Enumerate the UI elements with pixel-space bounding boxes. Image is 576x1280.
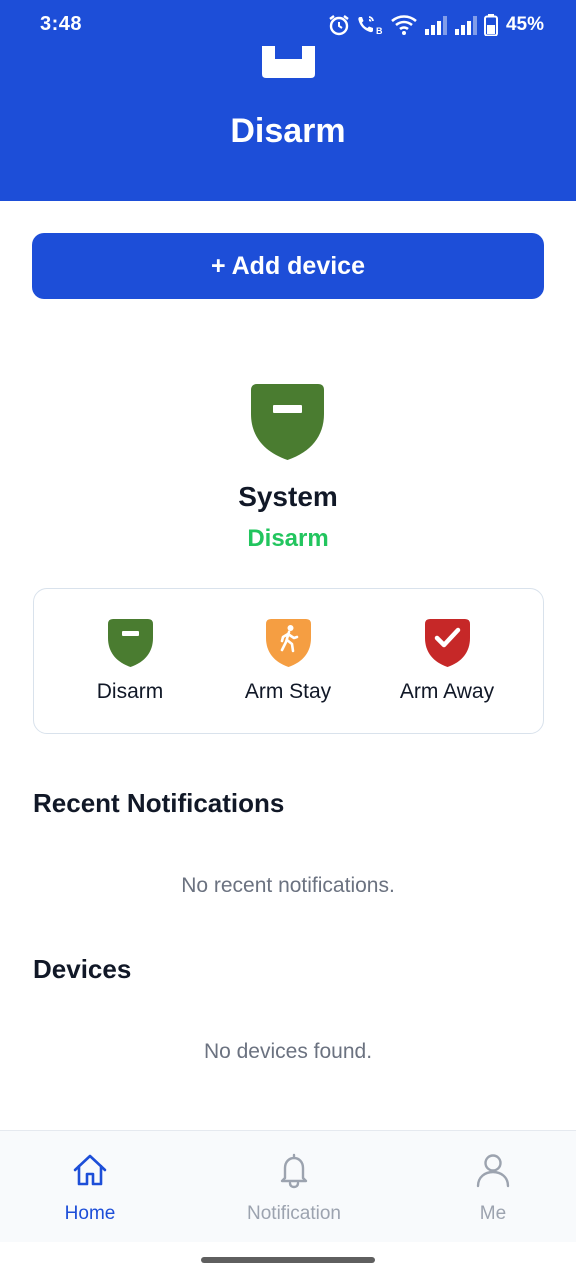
devices-empty-text: No devices found. [203, 1040, 373, 1063]
wifi-icon [391, 15, 417, 35]
nav-notification[interactable]: Notification [204, 1151, 384, 1225]
wifi-calling-icon: B [358, 16, 383, 36]
system-title: System [238, 481, 338, 512]
header-shield-icon [262, 46, 315, 78]
status-time: 3:48 [40, 13, 83, 35]
alarm-clock-icon [329, 15, 349, 36]
nav-label: Home [64, 1203, 116, 1224]
shield-check-icon [424, 619, 470, 667]
shield-walking-person-icon [265, 619, 311, 667]
home-indicator[interactable] [201, 1257, 375, 1263]
nav-me[interactable]: Me [403, 1151, 576, 1225]
devices-section-title: Devices [33, 954, 132, 984]
svg-text:B: B [376, 26, 383, 36]
nav-label: Notification [247, 1203, 341, 1224]
arm-mode-card: Disarm Arm Stay Arm Away [33, 588, 544, 734]
status-icons: B 45% [328, 12, 544, 38]
signal-icon-2 [454, 16, 477, 35]
mode-arm-away-button[interactable]: Arm Away [367, 619, 527, 719]
shield-minus-icon [107, 619, 153, 667]
mode-label: Disarm [96, 680, 164, 703]
system-status: Disarm [247, 525, 329, 552]
battery-icon [483, 14, 498, 36]
page-header: 3:48 B 45% Disarm [0, 0, 576, 201]
shield-disarm-icon [251, 384, 324, 460]
mode-label: Arm Stay [244, 680, 332, 703]
signal-icon [424, 16, 447, 35]
mode-disarm-button[interactable]: Disarm [50, 619, 210, 719]
bottom-nav: Home Notification Me [0, 1130, 576, 1242]
nav-label: Me [479, 1203, 507, 1224]
notifications-empty-text: No recent notifications. [181, 874, 395, 897]
status-bar: 3:48 B 45% [0, 0, 576, 50]
notifications-section-title: Recent Notifications [33, 788, 285, 818]
add-device-button[interactable]: + Add device [32, 233, 544, 299]
mode-label: Arm Away [399, 680, 495, 703]
nav-home[interactable]: Home [0, 1151, 180, 1225]
user-icon [476, 1154, 510, 1188]
bell-icon [280, 1153, 308, 1189]
home-icon [73, 1154, 107, 1186]
page-title: Disarm [230, 112, 346, 150]
battery-level: 45% [505, 14, 544, 35]
mode-arm-stay-button[interactable]: Arm Stay [208, 619, 368, 719]
